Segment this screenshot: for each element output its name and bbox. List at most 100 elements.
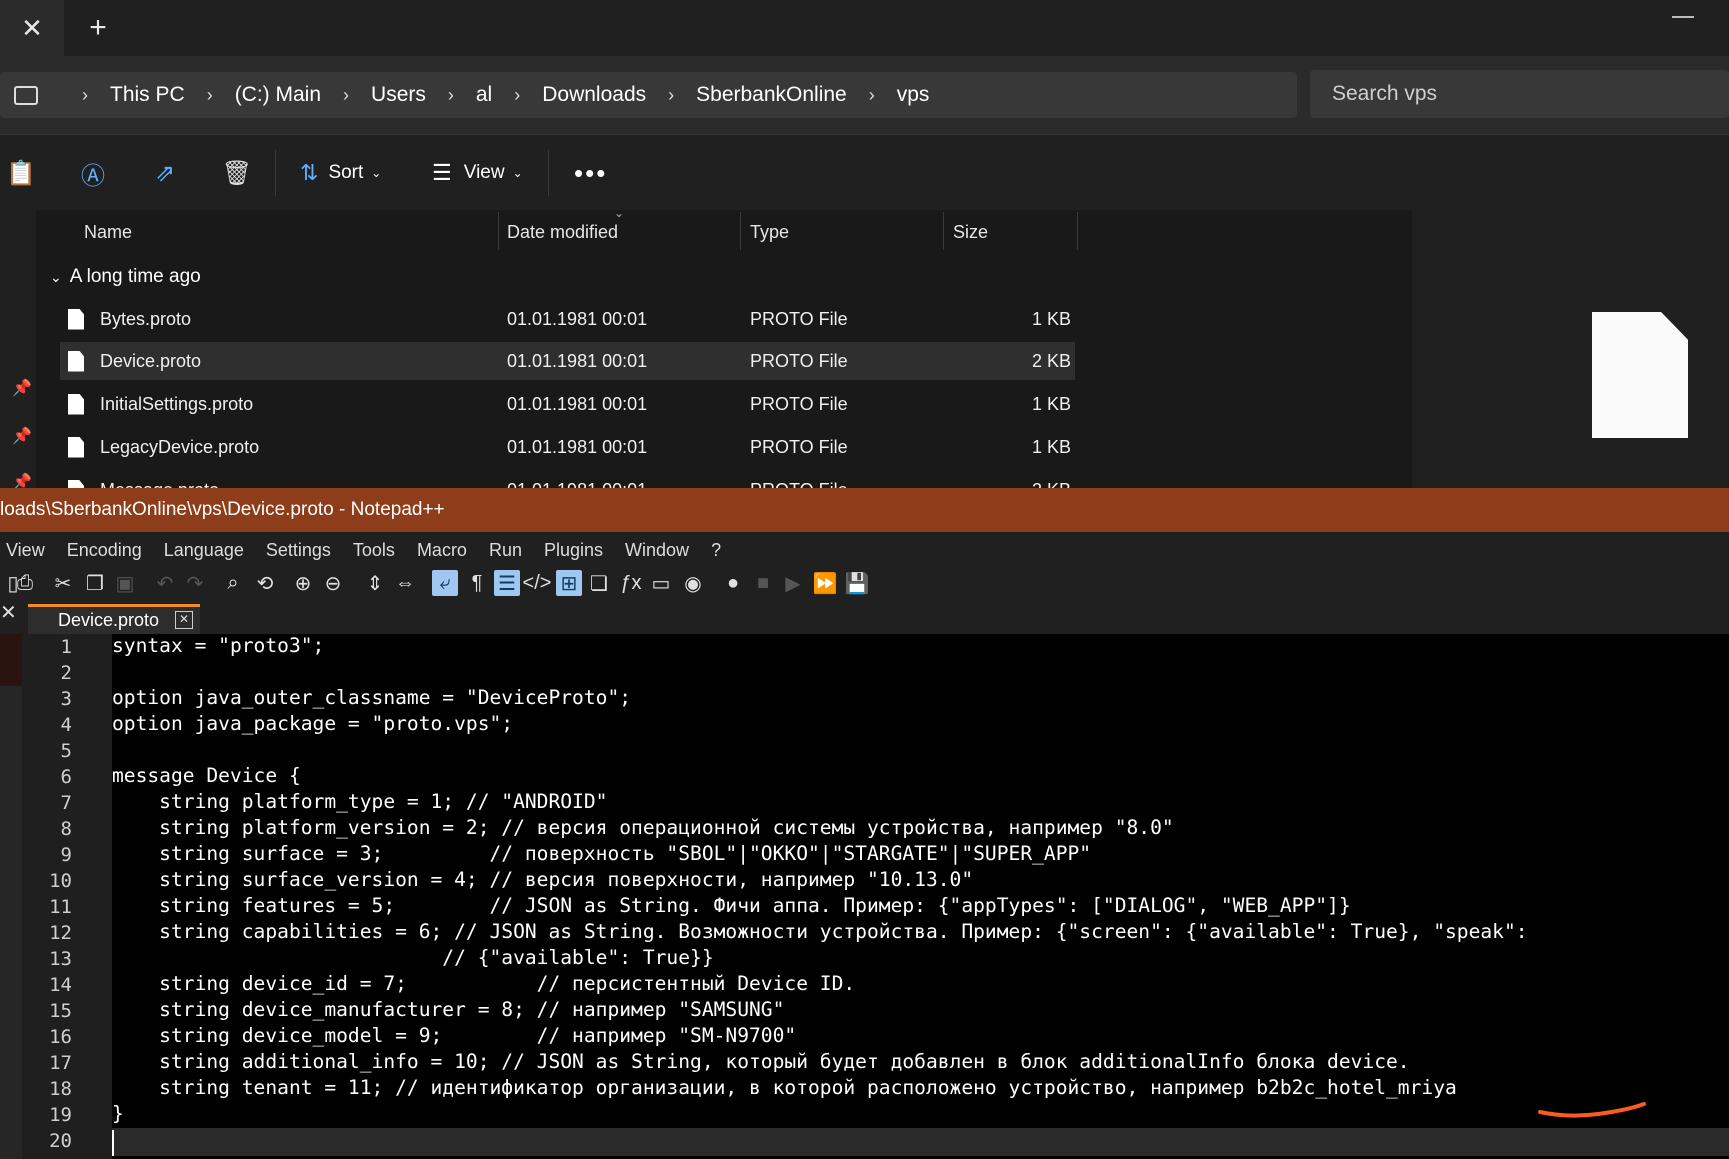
breadcrumb-c-main[interactable]: (C:) Main xyxy=(235,83,321,107)
breadcrumb-users[interactable]: Users xyxy=(371,83,426,107)
file-type: PROTO File xyxy=(750,308,848,329)
group-header[interactable]: ⌄ A long time ago xyxy=(50,266,201,288)
menu-encoding[interactable]: Encoding xyxy=(67,540,142,561)
file-row[interactable]: InitialSettings.proto 01.01.1981 00:01 P… xyxy=(60,385,1075,423)
new-tab-button[interactable]: + xyxy=(72,0,124,56)
menu-window[interactable]: Window xyxy=(625,540,689,561)
rename-icon[interactable]: Ⓐ xyxy=(78,158,108,190)
menu-settings[interactable]: Settings xyxy=(266,540,331,561)
column-header-name[interactable]: Name xyxy=(84,222,132,243)
stop-macro-icon[interactable]: ■ xyxy=(750,570,776,596)
line-number: 3 xyxy=(60,688,72,710)
sync-horizontal-icon[interactable]: ⇔ xyxy=(392,570,418,596)
find-icon[interactable]: ⌕ xyxy=(220,570,246,596)
pin-icon[interactable]: 📌 xyxy=(12,378,32,397)
close-document-icon[interactable]: ✕ xyxy=(0,600,22,626)
sort-button[interactable]: ⇅ Sort ⌄ xyxy=(300,158,381,188)
code-line[interactable]: string surface = 3; // поверхность "SBOL… xyxy=(112,842,1091,865)
more-options-icon[interactable]: ••• xyxy=(574,158,607,188)
code-line[interactable]: string platform_version = 2; // версия о… xyxy=(112,816,1174,839)
tab-close-icon[interactable]: ✕ xyxy=(175,611,193,629)
menu-tools[interactable]: Tools xyxy=(353,540,395,561)
file-row[interactable]: LegacyDevice.proto 01.01.1981 00:01 PROT… xyxy=(60,428,1075,466)
document-map-icon[interactable]: ⊞ xyxy=(556,570,582,596)
save-macro-icon[interactable]: 💾 xyxy=(844,570,870,596)
document-list-icon[interactable]: ❏ xyxy=(586,570,612,596)
file-type: PROTO File xyxy=(750,480,848,488)
menu-language[interactable]: Language xyxy=(164,540,244,561)
show-all-chars-icon[interactable]: ¶ xyxy=(464,570,490,596)
view-button[interactable]: ☰ View ⌄ xyxy=(432,158,523,188)
code-line[interactable]: string features = 5; // JSON as String. … xyxy=(112,894,1350,917)
function-list-icon[interactable]: ƒx xyxy=(618,570,644,596)
breadcrumb-sberbankonline[interactable]: SberbankOnline xyxy=(696,83,847,107)
menu-run[interactable]: Run xyxy=(489,540,522,561)
share-icon[interactable]: ⇗ xyxy=(150,158,180,188)
breadcrumb-vps[interactable]: vps xyxy=(897,83,930,107)
paste-icon[interactable]: 📋 xyxy=(6,158,36,188)
file-date: 01.01.1981 00:01 xyxy=(507,350,648,371)
breadcrumb-downloads[interactable]: Downloads xyxy=(542,83,646,107)
column-divider[interactable] xyxy=(740,212,741,250)
paste-icon[interactable]: ▣ xyxy=(112,570,138,596)
search-input[interactable]: Search vps xyxy=(1310,70,1729,118)
zoom-out-icon[interactable]: ⊖ xyxy=(320,570,346,596)
folder-workspace-icon[interactable]: ◉ xyxy=(680,570,706,596)
menu-view[interactable]: View xyxy=(6,540,45,561)
address-bar[interactable]: › This PC › (C:) Main › Users › al › Dow… xyxy=(0,72,1297,118)
menu-help[interactable]: ? xyxy=(711,540,721,561)
code-line[interactable]: string surface_version = 4; // версия по… xyxy=(112,868,973,891)
code-line[interactable]: string capabilities = 6; // JSON as Stri… xyxy=(112,920,1527,943)
file-date: 01.01.1981 00:01 xyxy=(507,393,648,414)
column-divider[interactable] xyxy=(943,212,944,250)
document-tab-bar xyxy=(0,604,1729,634)
code-line[interactable]: // {"available": True}} xyxy=(112,946,713,969)
file-name: LegacyDevice.proto xyxy=(100,436,260,457)
monitor-icon[interactable]: ▭ xyxy=(648,570,674,596)
minimize-button[interactable] xyxy=(1672,16,1694,18)
column-header-date[interactable]: Date modified xyxy=(507,222,618,243)
cut-icon[interactable]: ✂ xyxy=(50,570,76,596)
copy-icon[interactable]: ❐ xyxy=(82,570,108,596)
code-line[interactable]: syntax = "proto3"; xyxy=(112,634,324,657)
pin-icon[interactable]: 📌 xyxy=(12,426,32,445)
code-line[interactable]: string tenant = 11; // идентификатор орг… xyxy=(112,1076,1457,1099)
print-icon[interactable]: ⎙ xyxy=(12,570,38,596)
replace-icon[interactable]: ⟲ xyxy=(252,570,278,596)
file-row[interactable]: Bytes.proto 01.01.1981 00:01 PROTO File … xyxy=(60,300,1075,338)
column-header-type[interactable]: Type xyxy=(750,222,789,243)
redo-icon[interactable]: ↷ xyxy=(182,570,208,596)
code-line[interactable]: string device_id = 7; // персистентный D… xyxy=(112,972,855,995)
word-wrap-icon[interactable]: ⤶ xyxy=(432,570,458,596)
code-line[interactable]: string device_manufacturer = 8; // напри… xyxy=(112,998,784,1021)
code-line[interactable]: } xyxy=(112,1102,124,1125)
file-row-partial[interactable]: Message.proto 01.01.1981 00:01 PROTO Fil… xyxy=(60,470,1075,488)
delete-icon[interactable]: 🗑 xyxy=(222,158,252,188)
file-row-selected[interactable]: Device.proto 01.01.1981 00:01 PROTO File… xyxy=(60,342,1075,380)
code-line[interactable]: option java_outer_classname = "DevicePro… xyxy=(112,686,631,709)
line-number: 19 xyxy=(49,1104,72,1126)
chevron-down-icon: ⌄ xyxy=(512,166,523,180)
code-line[interactable]: string platform_type = 1; // "ANDROID" xyxy=(112,790,607,813)
menu-macro[interactable]: Macro xyxy=(417,540,467,561)
code-line[interactable]: message Device { xyxy=(112,764,301,787)
run-macro-multiple-icon[interactable]: ⏩ xyxy=(812,570,838,596)
sync-vertical-icon[interactable]: ⇕ xyxy=(362,570,388,596)
menu-plugins[interactable]: Plugins xyxy=(544,540,603,561)
xml-tag-icon[interactable]: </> xyxy=(523,570,552,596)
code-line[interactable]: option java_package = "proto.vps"; xyxy=(112,712,513,735)
column-header-size[interactable]: Size xyxy=(953,222,988,243)
breadcrumb-al[interactable]: al xyxy=(476,83,492,107)
close-tab-button[interactable]: ✕ xyxy=(0,0,64,56)
line-number: 6 xyxy=(60,766,72,788)
breadcrumb-this-pc[interactable]: This PC xyxy=(110,83,185,107)
column-divider[interactable] xyxy=(498,212,499,250)
indent-guide-icon[interactable]: ☰ xyxy=(494,570,520,596)
code-line[interactable]: string additional_info = 10; // JSON as … xyxy=(112,1050,1409,1073)
undo-icon[interactable]: ↶ xyxy=(152,570,178,596)
zoom-in-icon[interactable]: ⊕ xyxy=(290,570,316,596)
play-macro-icon[interactable]: ▶ xyxy=(780,570,806,596)
code-line[interactable]: string device_model = 9; // например "SM… xyxy=(112,1024,796,1047)
column-divider[interactable] xyxy=(1077,212,1078,250)
record-macro-icon[interactable]: ● xyxy=(720,570,746,596)
